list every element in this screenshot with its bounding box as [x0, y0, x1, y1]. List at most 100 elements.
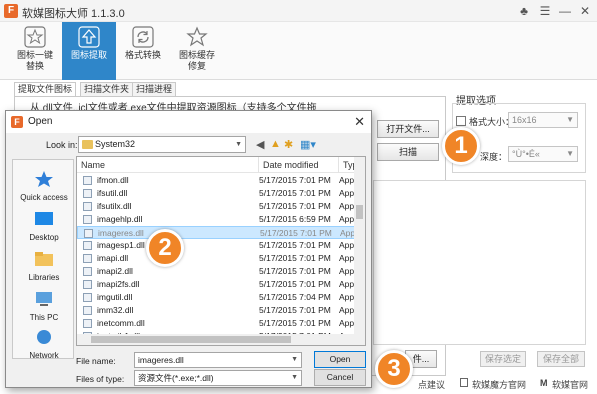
- app-titlebar: F 软媒图标大师 1.1.3.0 ♣ ☰ — ✕: [0, 0, 597, 22]
- table-row[interactable]: imagesp1.dll 5/17/2015 7:01 PM Applic: [77, 239, 362, 252]
- tool-label: 图标提取: [70, 50, 107, 60]
- table-row[interactable]: ifmon.dll 5/17/2015 7:01 PM Applic: [77, 174, 362, 187]
- file-date-cell: 5/17/2015 7:01 PM: [259, 188, 331, 198]
- table-row[interactable]: ifsutil.dll 5/17/2015 7:01 PM Applic: [77, 187, 362, 200]
- m-logo-icon: M: [540, 378, 548, 388]
- open-button[interactable]: Open: [314, 351, 366, 368]
- file-date-cell: 5/17/2015 7:01 PM: [259, 266, 331, 276]
- tab-scan-process[interactable]: 扫描进程: [132, 82, 177, 96]
- dll-file-icon: [83, 293, 92, 302]
- files-of-type-select[interactable]: 资源文件(*.exe;*.dll) ▼: [134, 370, 302, 386]
- place-quick-access[interactable]: Quick access: [13, 170, 75, 202]
- places-bar: Quick access Desktop Libraries This PC N…: [12, 159, 75, 360]
- file-name-cell: imgutil.dll: [97, 292, 133, 302]
- chevron-down-icon: ▼: [291, 356, 298, 363]
- file-list: Name Date modified Type ifmon.dll 5/17/20…: [76, 156, 366, 346]
- file-date-cell: 5/17/2015 7:01 PM: [259, 175, 331, 185]
- dll-file-icon: [83, 189, 92, 198]
- open-dialog: F Open ✕ Look in: System32 ▼ ◀ ▲ ✱ ▦▾ Qu…: [5, 110, 372, 388]
- app-title: 软媒图标大师 1.1.3.0: [22, 8, 125, 20]
- app-logo: F: [4, 4, 18, 18]
- place-this-pc[interactable]: This PC: [13, 290, 75, 322]
- table-row[interactable]: inetcomm.dll 5/17/2015 7:01 PM Applic: [77, 317, 362, 330]
- icon-preview-area: [373, 180, 586, 345]
- table-row[interactable]: imm32.dll 5/17/2015 7:01 PM Applic: [77, 304, 362, 317]
- upload-arrow-icon: [78, 26, 100, 48]
- tool-label: 图标一键 替换: [16, 50, 53, 71]
- file-date-cell: 5/17/2015 7:01 PM: [259, 318, 331, 328]
- scroll-thumb[interactable]: [356, 205, 363, 219]
- tab-extract-file-icon[interactable]: 提取文件图标: [14, 82, 77, 96]
- table-row[interactable]: imapi.dll 5/17/2015 7:01 PM Applic: [77, 252, 362, 265]
- tool-format-convert[interactable]: 格式转换: [116, 22, 170, 80]
- look-in-select[interactable]: System32 ▼: [78, 136, 246, 153]
- dll-file-icon: [83, 176, 92, 185]
- tool-label: 图标缓存 修复: [178, 50, 215, 71]
- close-icon[interactable]: ✕: [577, 3, 593, 19]
- tool-icon-extract[interactable]: 图标提取: [62, 22, 116, 80]
- column-date-modified[interactable]: Date modified: [259, 157, 339, 173]
- table-row[interactable]: imapi2fs.dll 5/17/2015 7:01 PM Applic: [77, 278, 362, 291]
- table-row[interactable]: imagehlp.dll 5/17/2015 6:59 PM Applic: [77, 213, 362, 226]
- vertical-scrollbar[interactable]: [354, 157, 365, 335]
- column-name[interactable]: Name: [77, 157, 259, 173]
- files-of-type-label: Files of type:: [76, 374, 125, 384]
- up-folder-icon[interactable]: ▲: [270, 138, 281, 150]
- main-toolbar: 图标一键 替换 图标提取 格式转换 图标缓存 修复: [0, 22, 597, 80]
- cube-site-link[interactable]: 软媒魔方官网: [472, 378, 526, 391]
- refresh-icon: [132, 26, 154, 48]
- back-icon[interactable]: ◀: [256, 138, 264, 151]
- tool-icon-replace[interactable]: 图标一键 替换: [8, 22, 62, 80]
- minimize-icon[interactable]: —: [557, 3, 573, 19]
- dll-file-icon: [83, 215, 92, 224]
- ruanmei-site-link[interactable]: 软媒官网: [552, 378, 588, 391]
- place-network[interactable]: Network: [13, 328, 75, 360]
- file-name-label: File name:: [76, 356, 116, 366]
- table-row[interactable]: ifsutilx.dll 5/17/2015 7:01 PM Applic: [77, 200, 362, 213]
- open-file-button[interactable]: 打开文件...: [377, 120, 439, 138]
- dialog-logo: F: [11, 116, 23, 128]
- dll-file-icon: [83, 319, 92, 328]
- tool-label: 格式转换: [124, 50, 161, 60]
- scroll-thumb[interactable]: [91, 336, 291, 343]
- close-icon[interactable]: ✕: [354, 114, 365, 130]
- scan-button[interactable]: 扫描: [377, 143, 439, 161]
- suggest-link[interactable]: 点建议: [418, 378, 445, 391]
- place-desktop[interactable]: Desktop: [13, 210, 75, 242]
- computer-icon: [36, 292, 52, 306]
- dll-file-icon: [83, 280, 92, 289]
- dll-file-icon: [83, 202, 92, 211]
- file-name-cell: imagesp1.dll: [97, 240, 145, 250]
- file-date-cell: 5/17/2015 7:01 PM: [259, 279, 331, 289]
- dialog-titlebar: F Open ✕: [6, 111, 371, 133]
- place-libraries[interactable]: Libraries: [13, 250, 75, 282]
- folder-icon: [82, 140, 93, 149]
- view-menu-icon[interactable]: ▦▾: [300, 138, 316, 151]
- look-in-label: Look in:: [46, 140, 78, 150]
- dll-file-icon: [83, 267, 92, 276]
- save-all-button[interactable]: 保存全部: [537, 351, 585, 367]
- file-name-cell: imapi.dll: [97, 253, 129, 263]
- format-size-checkbox[interactable]: [456, 116, 466, 126]
- star-icon: [24, 26, 46, 48]
- cancel-button[interactable]: Cancel: [314, 369, 366, 386]
- file-name-cell: imm32.dll: [97, 305, 134, 315]
- menu-icon[interactable]: ☰: [537, 3, 553, 19]
- format-size-select[interactable]: 16x16 ▼: [508, 112, 578, 128]
- tool-icon-cache-repair[interactable]: 图标缓存 修复: [170, 22, 224, 80]
- table-row[interactable]: imapi2.dll 5/17/2015 7:01 PM Applic: [77, 265, 362, 278]
- tab-scan-folder[interactable]: 扫描文件夹: [80, 82, 134, 96]
- save-selected-button[interactable]: 保存选定: [480, 351, 526, 367]
- depth-select[interactable]: °Ù°•É« ▼: [508, 146, 578, 162]
- file-name-input[interactable]: imageres.dll ▼: [134, 352, 302, 368]
- skin-icon[interactable]: ♣: [516, 3, 532, 19]
- star-wrench-icon: [186, 26, 208, 47]
- file-name-cell: imagehlp.dll: [97, 214, 143, 224]
- horizontal-scrollbar[interactable]: [77, 334, 365, 345]
- column-type[interactable]: Type: [339, 157, 363, 173]
- new-folder-icon[interactable]: ✱: [284, 138, 293, 151]
- table-row[interactable]: imageres.dll 5/17/2015 7:01 PM Applic: [77, 226, 363, 239]
- table-row[interactable]: imgutil.dll 5/17/2015 7:04 PM Applic: [77, 291, 362, 304]
- dll-file-icon: [83, 306, 92, 315]
- file-date-cell: 5/17/2015 6:59 PM: [259, 214, 331, 224]
